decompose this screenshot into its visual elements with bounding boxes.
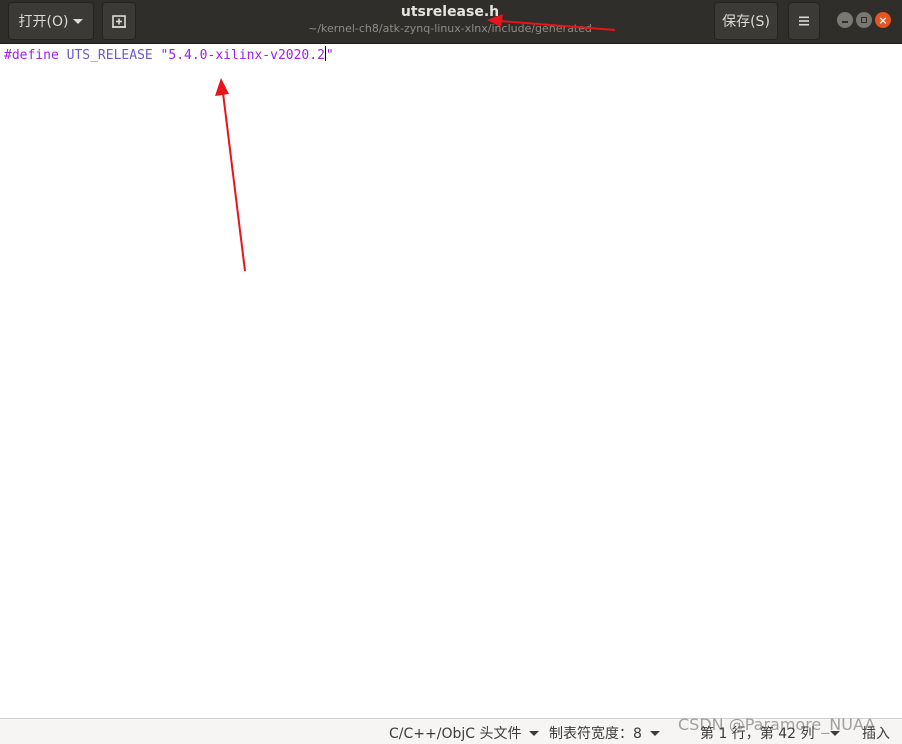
save-button-label: 保存(S)	[722, 14, 770, 30]
minimize-button[interactable]	[837, 12, 853, 28]
open-button[interactable]: 打开(O)	[8, 2, 94, 40]
maximize-button[interactable]	[856, 12, 872, 28]
save-button[interactable]: 保存(S)	[714, 2, 778, 40]
chevron-down-icon	[529, 730, 540, 736]
open-button-label: 打开(O)	[18, 14, 69, 30]
close-button[interactable]: ×	[875, 12, 891, 28]
preprocessor-directive: #define	[4, 48, 59, 63]
new-tab-button[interactable]	[102, 2, 136, 40]
string-closing-quote: "	[325, 48, 334, 63]
hamburger-menu-icon	[799, 16, 809, 26]
menu-button[interactable]	[788, 2, 820, 40]
language-selector[interactable]: C/C++/ObjC 头文件	[389, 723, 540, 743]
minimize-icon	[842, 20, 848, 23]
macro-identifier: UTS_RELEASE	[66, 48, 153, 63]
window-title: utsrelease.h	[400, 4, 500, 20]
chevron-down-icon	[73, 18, 84, 24]
close-icon: ×	[878, 13, 888, 27]
watermark: CSDN @Paramore_NUAA	[678, 715, 876, 734]
maximize-icon	[861, 17, 867, 23]
string-literal: "5.4.0-xilinx-v2020.2	[160, 48, 325, 63]
language-label: C/C++/ObjC 头文件	[389, 726, 522, 742]
header-bar: 打开(O) utsrelease.h ~/kernel-ch8/atk-zynq…	[0, 0, 902, 44]
new-document-icon	[112, 15, 126, 28]
code-line: #define UTS_RELEASE "5.4.0-xilinx-v2020.…	[4, 46, 334, 65]
tab-width-label: 制表符宽度：8	[549, 726, 642, 742]
text-editor[interactable]: #define UTS_RELEASE "5.4.0-xilinx-v2020.…	[0, 44, 902, 718]
tab-width-selector[interactable]: 制表符宽度：8	[549, 723, 660, 743]
file-path: ~/kernel-ch8/atk-zynq-linux-xlnx/include…	[308, 22, 592, 35]
chevron-down-icon	[649, 730, 660, 736]
window-title-block: utsrelease.h ~/kernel-ch8/atk-zynq-linux…	[250, 3, 650, 36]
